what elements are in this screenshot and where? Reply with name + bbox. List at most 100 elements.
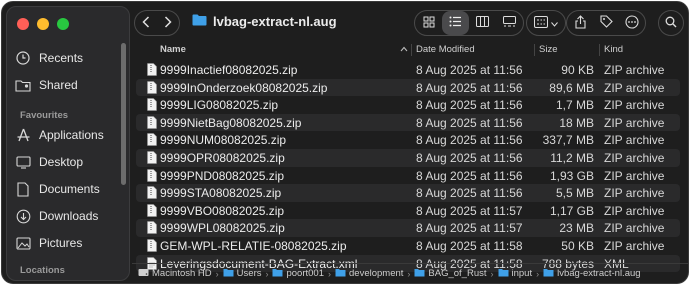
path-item-bag-of-rust[interactable]: BAG_of_Rust (414, 268, 487, 280)
pictures-icon (15, 235, 31, 251)
file-size: 50 KB (561, 238, 594, 253)
path-item-poort001[interactable]: poort001 (272, 268, 324, 280)
table-row[interactable]: 9999STA08082025.zip 8 Aug 2025 at 11:56 … (136, 184, 680, 202)
column-header-name[interactable]: Name (160, 44, 186, 55)
share-button[interactable] (567, 11, 593, 35)
sidebar-scrollbar[interactable] (121, 43, 126, 185)
zip-file-icon (147, 98, 157, 111)
path-item-input[interactable]: input (498, 268, 532, 280)
forward-button[interactable] (157, 11, 179, 35)
file-size: 1,93 GB (549, 168, 594, 183)
table-row[interactable]: 9999Inactief08082025.zip 8 Aug 2025 at 1… (132, 61, 688, 79)
sidebar-item-applications[interactable]: Applications (15, 125, 104, 145)
desktop-icon (15, 154, 31, 170)
column-divider[interactable] (599, 44, 600, 56)
sidebar-item-recents[interactable]: Recents (15, 48, 83, 68)
file-name: 9999PND08082025.zip (160, 168, 285, 183)
path-separator: › (215, 268, 219, 279)
file-kind: ZIP archive (604, 133, 665, 148)
chevron-down-icon (551, 16, 558, 30)
zoom-window-button[interactable] (57, 18, 69, 30)
column-view-button[interactable] (469, 11, 496, 35)
table-row[interactable]: 9999OPR08082025.zip 8 Aug 2025 at 11:56 … (136, 148, 680, 167)
file-name: 9999STA08082025.zip (160, 186, 282, 201)
folder-icon (192, 14, 207, 29)
table-row[interactable]: 9999WPL08082025.zip 8 Aug 2025 at 11:57 … (136, 219, 680, 237)
sidebar-item-label: Pictures (39, 236, 83, 250)
path-separator: › (490, 268, 494, 279)
chevron-right-icon (164, 15, 172, 31)
table-row[interactable]: 9999NUM08082025.zip 8 Aug 2025 at 11:56 … (132, 131, 688, 149)
table-row[interactable]: 9999InOnderzoek08082025.zip 8 Aug 2025 a… (136, 78, 680, 97)
download-icon (15, 208, 31, 224)
sidebar-item-documents[interactable]: Documents (15, 179, 100, 199)
column-divider[interactable] (411, 44, 412, 56)
path-item-development[interactable]: development (335, 268, 403, 280)
file-name: 9999WPL08082025.zip (160, 221, 285, 236)
column-header-kind[interactable]: Kind (604, 44, 623, 55)
more-actions-button[interactable] (619, 11, 645, 35)
file-size: 1,7 MB (555, 98, 594, 113)
toolbar: lvbag-extract-nl.aug (132, 2, 688, 42)
file-kind: ZIP archive (604, 150, 665, 165)
zip-file-icon (147, 186, 157, 199)
sidebar-item-label: Downloads (39, 209, 99, 223)
sidebar-section-favourites: Favourites (20, 110, 69, 121)
file-kind: ZIP archive (604, 203, 665, 218)
file-name: 9999LIG08082025.zip (160, 98, 279, 113)
gallery-view-button[interactable] (496, 11, 523, 35)
table-row[interactable]: GEM-WPL-RELATIE-08082025.zip 8 Aug 2025 … (132, 237, 688, 255)
back-button[interactable] (135, 11, 157, 35)
file-size: 90 KB (561, 63, 594, 77)
path-item-macintosh-hd[interactable]: Macintosh HD (138, 268, 212, 280)
list-view-button[interactable] (442, 11, 469, 35)
file-name: GEM-WPL-RELATIE-08082025.zip (160, 238, 347, 253)
shared-folder-icon (15, 77, 31, 93)
finder-window: Recents Shared Favourites Applications D… (1, 1, 689, 284)
path-item-label: BAG_of_Rust (428, 268, 487, 279)
table-row[interactable]: 9999VBO08082025.zip 8 Aug 2025 at 11:57 … (132, 202, 688, 220)
path-separator: › (265, 268, 269, 279)
file-name: 9999NietBag08082025.zip (160, 115, 302, 130)
path-item-users[interactable]: Users (223, 268, 261, 280)
file-name: 9999InOnderzoek08082025.zip (160, 80, 328, 95)
column-header-size[interactable]: Size (539, 44, 557, 55)
path-item-label: Macintosh HD (152, 268, 212, 279)
sidebar-item-desktop[interactable]: Desktop (15, 152, 83, 172)
column-divider[interactable] (534, 44, 535, 56)
column-header-date[interactable]: Date Modified (416, 44, 475, 55)
file-list: 9999Inactief08082025.zip 8 Aug 2025 at 1… (132, 61, 688, 273)
search-button[interactable] (658, 10, 684, 36)
sidebar-item-pictures[interactable]: Pictures (15, 233, 82, 253)
table-row[interactable]: 9999NietBag08082025.zip 8 Aug 2025 at 11… (136, 113, 680, 132)
zip-file-icon (147, 63, 157, 76)
sidebar-item-label: Documents (39, 182, 100, 196)
path-item-label: lvbag-extract-nl.aug (557, 268, 641, 279)
file-size: 18 MB (559, 115, 594, 130)
folder-icon (335, 268, 346, 280)
close-window-button[interactable] (17, 18, 29, 30)
document-icon (15, 181, 31, 197)
tag-icon (599, 15, 613, 31)
file-date: 8 Aug 2025 at 11:56 (416, 168, 523, 183)
file-size: 89,6 MB (549, 80, 594, 95)
folder-icon (223, 268, 234, 280)
file-size: 5,5 MB (555, 186, 594, 201)
sidebar-item-downloads[interactable]: Downloads (15, 206, 98, 226)
sidebar-item-shared[interactable]: Shared (15, 75, 78, 95)
file-kind: ZIP archive (604, 168, 665, 183)
table-row[interactable]: 9999LIG08082025.zip 8 Aug 2025 at 11:56 … (132, 96, 688, 114)
file-kind: ZIP archive (604, 186, 665, 201)
table-row[interactable]: 9999PND08082025.zip 8 Aug 2025 at 11:56 … (132, 167, 688, 185)
file-date: 8 Aug 2025 at 11:56 (416, 115, 523, 130)
file-kind: ZIP archive (604, 80, 665, 95)
sidebar-item-label: Desktop (39, 155, 84, 169)
chevron-left-icon (142, 15, 150, 31)
view-mode-group (414, 10, 524, 36)
icon-view-button[interactable] (415, 11, 442, 35)
group-by-button[interactable] (526, 10, 566, 36)
path-separator: › (536, 268, 540, 279)
minimize-window-button[interactable] (37, 18, 49, 30)
tag-button[interactable] (593, 11, 619, 35)
path-item-lvbag-extract[interactable]: lvbag-extract-nl.aug (543, 268, 641, 280)
